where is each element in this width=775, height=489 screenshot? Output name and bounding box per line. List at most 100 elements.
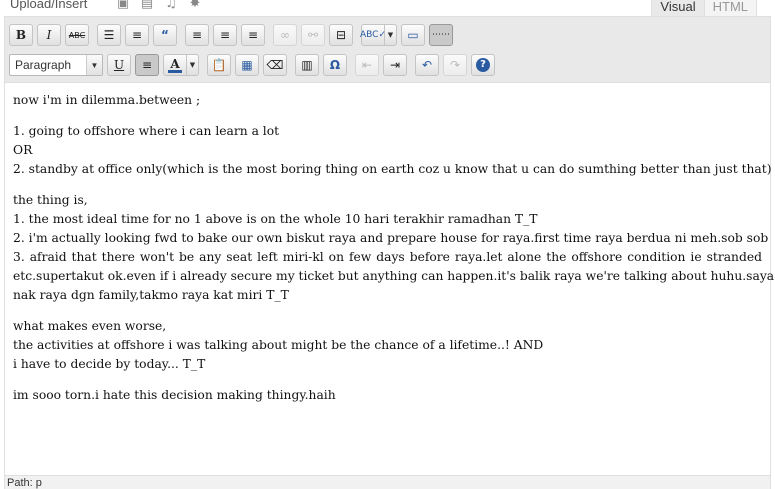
italic-icon: I — [46, 28, 52, 42]
bullet-list-icon: ☰ — [103, 28, 115, 42]
blockquote-button[interactable]: “ — [153, 24, 177, 46]
more-tag-button[interactable]: ⊟ — [329, 24, 353, 46]
toolbar-row-2: Paragraph ▼ U ≡ A ▼ 📋 ▦ ⌫ ▥ Ω ⇤ ⇥ ↶ ↷ ? — [9, 52, 499, 78]
media-buttons: ▣ ▤ ♫ ✸ — [116, 0, 202, 11]
toolbar-row-1: B I ABC ☰ ≡ “ ≡ ≡ ≡ ∞ ⚯ ⊟ ABC✓ ▼ ▭ ⋯⋯ — [9, 22, 457, 48]
special-character-button[interactable]: Ω — [323, 54, 347, 76]
align-right-icon: ≡ — [247, 28, 259, 42]
paste-text-icon: 📋 — [211, 58, 227, 72]
strikethrough-icon: ABC — [68, 30, 86, 40]
paste-word-icon: ▦ — [241, 58, 253, 72]
content-line: now i'm in dilemma.between ; — [13, 93, 201, 107]
omega-icon: Ω — [329, 58, 341, 72]
eraser-icon: ⌫ — [266, 58, 284, 72]
upload-insert-label: Upload/Insert — [10, 0, 88, 11]
content-line: 3. afraid that there won't be any seat l… — [13, 250, 762, 264]
numbered-list-button[interactable]: ≡ — [125, 24, 149, 46]
redo-icon: ↷ — [449, 58, 461, 72]
content-paragraph: the thing is, 1. the most ideal time for … — [13, 191, 775, 305]
underline-button[interactable]: U — [107, 54, 131, 76]
indent-button[interactable]: ⇥ — [383, 54, 407, 76]
undo-icon: ↶ — [421, 58, 433, 72]
content-line: i have to decide by today... T_T — [13, 357, 206, 371]
fullscreen-button[interactable]: ▭ — [401, 24, 425, 46]
spellcheck-split-button: ABC✓ ▼ — [360, 24, 397, 46]
tab-visual[interactable]: Visual — [651, 0, 705, 16]
text-color-button[interactable]: A — [163, 54, 187, 76]
link-button[interactable]: ∞ — [273, 24, 297, 46]
text-color-split-button: A ▼ — [163, 54, 199, 76]
content-line: im sooo torn.i hate this decision making… — [13, 388, 336, 402]
chevron-down-icon: ▼ — [189, 61, 196, 69]
status-bar: Path: p — [5, 475, 770, 489]
indent-icon: ⇥ — [389, 58, 401, 72]
unlink-button[interactable]: ⚯ — [301, 24, 325, 46]
fullscreen-icon: ▭ — [407, 28, 419, 42]
spellcheck-icon: ABC✓ — [360, 30, 386, 40]
paste-word-button[interactable]: ▦ — [235, 54, 259, 76]
format-select[interactable]: Paragraph ▼ — [9, 54, 103, 76]
content-line: OR — [13, 143, 33, 157]
content-paragraph: what makes even worse, the activities at … — [13, 317, 762, 374]
content-line: 1. the most ideal time for no 1 above is… — [13, 212, 538, 226]
outdent-button[interactable]: ⇤ — [355, 54, 379, 76]
justify-button[interactable]: ≡ — [135, 54, 159, 76]
content-line: 1. going to offshore where i can learn a… — [13, 124, 280, 138]
numbered-list-icon: ≡ — [131, 28, 143, 42]
video-icon[interactable]: ▤ — [140, 0, 154, 11]
editor-content-area[interactable]: now i'm in dilemma.between ; 1. going to … — [5, 83, 775, 475]
align-left-button[interactable]: ≡ — [185, 24, 209, 46]
text-color-icon: A — [168, 56, 182, 73]
film-icon: ▥ — [301, 58, 313, 72]
insert-media-button[interactable]: ▥ — [295, 54, 319, 76]
outdent-icon: ⇤ — [361, 58, 373, 72]
kitchen-sink-icon: ⋯⋯ — [432, 30, 450, 40]
underline-icon: U — [113, 58, 125, 72]
kitchen-sink-button[interactable]: ⋯⋯ — [429, 24, 453, 46]
editor-toolbar: B I ABC ☰ ≡ “ ≡ ≡ ≡ ∞ ⚯ ⊟ ABC✓ ▼ ▭ ⋯⋯ Pa… — [5, 17, 770, 83]
align-center-button[interactable]: ≡ — [213, 24, 237, 46]
spellcheck-dropdown[interactable]: ▼ — [385, 24, 397, 46]
image-icon[interactable]: ▣ — [116, 0, 130, 11]
chevron-down-icon: ▼ — [387, 31, 394, 39]
undo-button[interactable]: ↶ — [415, 54, 439, 76]
spellcheck-button[interactable]: ABC✓ — [360, 24, 386, 46]
bullet-list-button[interactable]: ☰ — [97, 24, 121, 46]
element-path: Path: p — [7, 477, 42, 489]
italic-button[interactable]: I — [37, 24, 61, 46]
strikethrough-button[interactable]: ABC — [65, 24, 89, 46]
redo-button[interactable]: ↷ — [443, 54, 467, 76]
remove-format-button[interactable]: ⌫ — [263, 54, 287, 76]
help-icon: ? — [476, 58, 490, 72]
blockquote-icon: “ — [161, 28, 169, 42]
justify-icon: ≡ — [141, 58, 153, 72]
content-paragraph: now i'm in dilemma.between ; — [13, 91, 762, 110]
content-line: 2. i'm actually looking fwd to bake our … — [13, 231, 769, 245]
content-paragraph: im sooo torn.i hate this decision making… — [13, 386, 762, 405]
media-icon[interactable]: ✸ — [188, 0, 202, 11]
content-line: nak raya dgn family,takmo raya kat miri … — [13, 288, 289, 302]
paste-text-button[interactable]: 📋 — [207, 54, 231, 76]
text-color-dropdown[interactable]: ▼ — [187, 54, 199, 76]
content-line: what makes even worse, — [13, 319, 167, 333]
align-right-button[interactable]: ≡ — [241, 24, 265, 46]
content-line: 2. standby at office only(which is the m… — [13, 162, 772, 176]
more-tag-icon: ⊟ — [335, 28, 347, 42]
link-icon: ∞ — [280, 28, 290, 42]
format-select-value: Paragraph — [15, 58, 72, 72]
align-left-icon: ≡ — [191, 28, 203, 42]
chevron-down-icon: ▼ — [86, 55, 102, 75]
tab-html[interactable]: HTML — [704, 0, 757, 16]
content-line: the activities at offshore i was talking… — [13, 338, 544, 352]
help-button[interactable]: ? — [471, 54, 495, 76]
top-strip: Upload/Insert ▣ ▤ ♫ ✸ Visual HTML — [0, 0, 775, 16]
content-paragraph: 1. going to offshore where i can learn a… — [13, 122, 772, 179]
content-line: the thing is, — [13, 193, 88, 207]
content-line: etc.supertakut ok.even if i already secu… — [13, 269, 775, 283]
editor-mode-tabs: Visual HTML — [651, 0, 757, 16]
bold-icon: B — [15, 28, 27, 42]
rich-text-editor: B I ABC ☰ ≡ “ ≡ ≡ ≡ ∞ ⚯ ⊟ ABC✓ ▼ ▭ ⋯⋯ Pa… — [4, 16, 775, 489]
bold-button[interactable]: B — [9, 24, 33, 46]
audio-icon[interactable]: ♫ — [164, 0, 178, 11]
unlink-icon: ⚯ — [307, 28, 319, 42]
